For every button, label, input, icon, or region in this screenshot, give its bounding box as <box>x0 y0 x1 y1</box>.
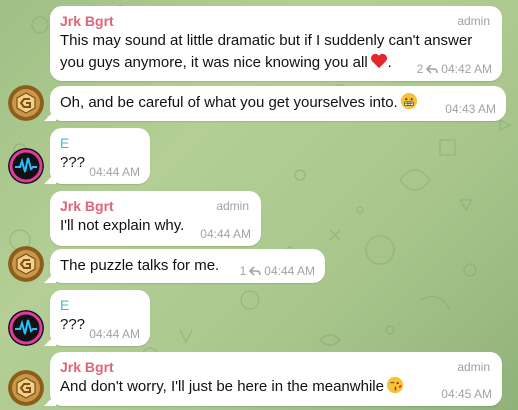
role-badge: admin <box>457 360 490 374</box>
message-bubble[interactable]: E ??? 04:44 AM <box>50 128 150 184</box>
grimacing-emoji-icon <box>400 92 417 110</box>
avatar-e[interactable] <box>8 148 44 184</box>
message-list: Jrk Bgrt admin This may sound at little … <box>0 0 518 410</box>
message-meta: 04:44 AM <box>89 165 140 179</box>
message-bubble[interactable]: Oh, and be careful of what you get yours… <box>50 86 506 121</box>
message-meta: 04:44 AM <box>200 227 251 241</box>
message-time: 04:44 AM <box>264 264 315 278</box>
role-badge: admin <box>216 199 249 213</box>
sender-name[interactable]: E <box>60 134 140 152</box>
reply-count[interactable]: 2 <box>417 62 424 76</box>
reply-arrow-icon[interactable] <box>249 266 262 276</box>
message-time: 04:43 AM <box>445 102 496 116</box>
message-time: 04:44 AM <box>89 165 140 179</box>
message-bubble[interactable]: Jrk Bgrt admin And don't worry, I'll jus… <box>50 352 502 406</box>
pulse-logo-icon <box>8 310 44 346</box>
reply-arrow-icon[interactable] <box>426 64 439 74</box>
message-time: 04:45 AM <box>441 387 492 401</box>
message-meta: 1 04:44 AM <box>240 264 315 278</box>
message-bubble[interactable]: E ??? 04:44 AM <box>50 290 150 346</box>
message-time: 04:44 AM <box>200 227 251 241</box>
message-text: This may sound at little dramatic but if… <box>60 32 473 49</box>
avatar-jrk[interactable] <box>8 370 44 406</box>
sender-name[interactable]: Jrk Bgrt <box>60 358 492 376</box>
message-bubble[interactable]: Jrk Bgrt admin I'll not explain why. 04:… <box>50 191 261 246</box>
gold-logo-icon <box>8 370 44 406</box>
message-bubble[interactable]: Jrk Bgrt admin This may sound at little … <box>50 6 502 81</box>
kissing-emoji-icon <box>386 376 404 394</box>
role-badge: admin <box>457 14 490 28</box>
message-meta: 04:45 AM <box>441 387 492 401</box>
avatar-e[interactable] <box>8 310 44 346</box>
gold-logo-icon <box>8 246 44 282</box>
pulse-logo-icon <box>8 148 44 184</box>
message-meta: 2 04:42 AM <box>417 62 492 76</box>
message-meta: 04:44 AM <box>89 327 140 341</box>
message-meta: 04:43 AM <box>445 102 496 116</box>
sender-name[interactable]: Jrk Bgrt <box>60 12 492 30</box>
gold-logo-icon <box>8 85 44 121</box>
message-text: Oh, and be careful of what you get yours… <box>60 92 496 114</box>
message-text: And don't worry, I'll just be here in th… <box>60 376 492 398</box>
message-bubble[interactable]: The puzzle talks for me. 1 04:44 AM <box>50 249 325 283</box>
avatar-jrk[interactable] <box>8 246 44 282</box>
message-time: 04:42 AM <box>441 62 492 76</box>
sender-name[interactable]: E <box>60 296 140 314</box>
heart-emoji-icon <box>370 53 387 69</box>
reply-count[interactable]: 1 <box>240 264 247 278</box>
avatar-jrk[interactable] <box>8 85 44 121</box>
message-time: 04:44 AM <box>89 327 140 341</box>
